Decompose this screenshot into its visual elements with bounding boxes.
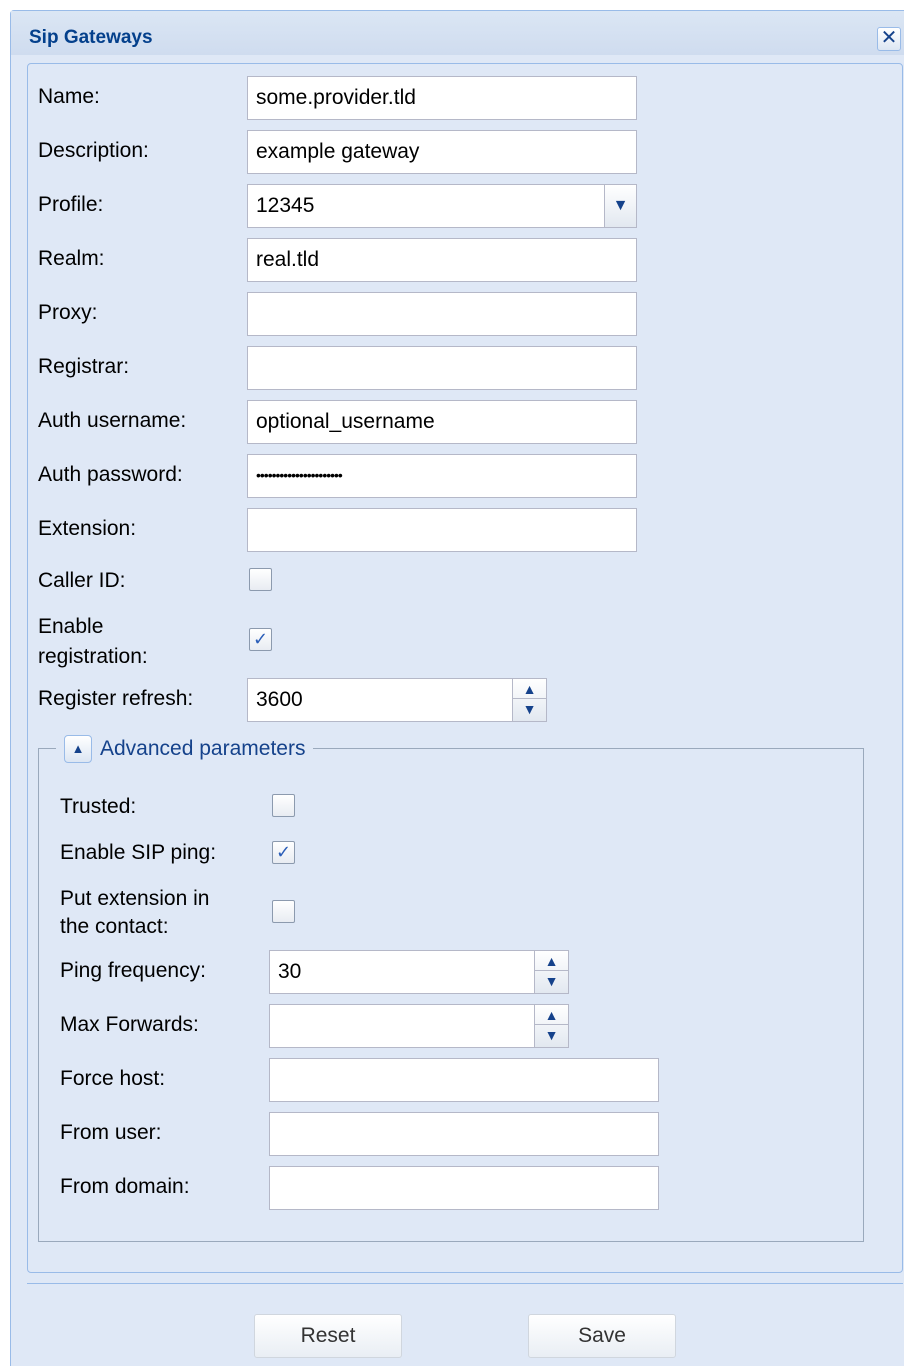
enable-registration-label-line1: Enable [38,615,104,638]
window-title: Sip Gateways [29,27,153,48]
proxy-field[interactable] [247,292,637,336]
caller-id-checkbox[interactable] [249,568,272,591]
chevron-down-icon[interactable]: ▼ [604,185,636,227]
button-bar [27,1283,903,1367]
profile-select[interactable]: 12345 ▼ [247,184,637,228]
description-label: Description: [38,139,149,162]
spinner-down-icon[interactable]: ▼ [513,699,546,719]
put-extension-label-line2: the contact: [60,915,169,938]
force-host-field[interactable] [269,1058,659,1102]
auth-password-field[interactable]: •••••••••••••••••••••• [247,454,637,498]
title-bar[interactable]: Sip Gateways ✕ [11,11,904,55]
auth-username-field[interactable]: optional_username [247,400,637,444]
spinner-down-icon[interactable]: ▼ [535,1025,568,1045]
extension-label: Extension: [38,517,137,540]
spinner-trigger[interactable]: ▲ ▼ [534,951,568,993]
close-icon[interactable]: ✕ [877,27,901,51]
registrar-field[interactable] [247,346,637,390]
register-refresh-spinner[interactable]: 3600 ▲ ▼ [247,678,547,722]
enable-registration-label-line2: registration: [38,645,148,668]
max-forwards-label: Max Forwards: [60,1013,199,1036]
save-button[interactable]: Save [528,1314,676,1358]
from-domain-field[interactable] [269,1166,659,1210]
ping-frequency-label: Ping frequency: [60,959,206,982]
from-user-field[interactable] [269,1112,659,1156]
realm-field[interactable]: real.tld [247,238,637,282]
from-domain-label: From domain: [60,1175,190,1198]
max-forwards-spinner[interactable]: ▲ ▼ [269,1004,569,1048]
profile-selected-value: 12345 [256,194,315,217]
reset-button[interactable]: Reset [254,1314,402,1358]
from-user-label: From user: [60,1121,162,1144]
force-host-label: Force host: [60,1067,166,1090]
put-extension-checkbox[interactable] [272,900,295,923]
registrar-label: Registrar: [38,355,130,378]
name-label: Name: [38,85,100,108]
enable-sip-ping-label: Enable SIP ping: [60,841,217,864]
spinner-up-icon[interactable]: ▲ [535,951,568,971]
register-refresh-label: Register refresh: [38,687,194,710]
name-field[interactable]: some.provider.tld [247,76,637,120]
description-field[interactable]: example gateway [247,130,637,174]
put-extension-label-line1: Put extension in [60,887,210,910]
realm-label: Realm: [38,247,105,270]
collapse-up-icon[interactable]: ▲ [64,735,92,763]
auth-password-label: Auth password: [38,463,183,486]
advanced-parameters-legend[interactable]: ▲ Advanced parameters [56,734,314,764]
ping-frequency-spinner[interactable]: 30 ▲ ▼ [269,950,569,994]
register-refresh-value: 3600 [256,688,303,711]
spinner-down-icon[interactable]: ▼ [535,971,568,991]
trusted-label: Trusted: [60,795,137,818]
spinner-up-icon[interactable]: ▲ [513,679,546,699]
extension-field[interactable] [247,508,637,552]
spinner-trigger[interactable]: ▲ ▼ [534,1005,568,1047]
trusted-checkbox[interactable] [272,794,295,817]
spinner-up-icon[interactable]: ▲ [535,1005,568,1025]
enable-sip-ping-checkbox[interactable]: ✓ [272,841,295,864]
caller-id-label: Caller ID: [38,569,126,592]
proxy-label: Proxy: [38,301,98,324]
spinner-trigger[interactable]: ▲ ▼ [512,679,546,721]
ping-frequency-value: 30 [278,960,302,983]
enable-registration-checkbox[interactable]: ✓ [249,628,272,651]
advanced-parameters-title: Advanced parameters [100,737,306,760]
profile-label: Profile: [38,193,104,216]
auth-username-label: Auth username: [38,409,187,432]
